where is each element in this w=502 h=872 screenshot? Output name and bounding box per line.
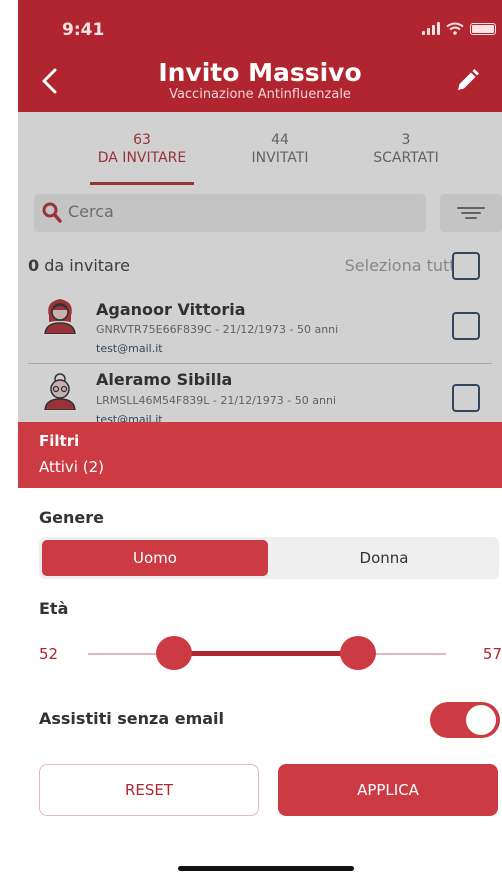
home-indicator[interactable] (178, 866, 354, 871)
edit-button[interactable] (454, 68, 480, 94)
battery-icon (470, 23, 496, 35)
gender-option-donna[interactable]: Donna (271, 540, 497, 576)
active-filters-count: Attivi (2) (39, 458, 104, 476)
apply-button[interactable]: APPLICA (278, 764, 498, 816)
age-max-handle[interactable] (340, 636, 376, 670)
no-email-toggle[interactable] (430, 702, 500, 738)
filter-title: Filtri (39, 432, 80, 450)
page-title: Invito Massivo (158, 58, 362, 87)
toggle-knob (466, 705, 496, 735)
age-max-value: 57 (482, 645, 502, 663)
gender-segmented-control: Uomo Donna (39, 537, 499, 579)
page-subtitle: Vaccinazione Antinfluenzale (169, 87, 351, 102)
status-icons (422, 22, 496, 35)
gender-option-uomo[interactable]: Uomo (42, 540, 268, 576)
app-header: 9:41 Invito Massivo Vaccinazione Antinfl… (18, 0, 502, 112)
left-margin (0, 0, 18, 872)
reset-button[interactable]: RESET (39, 764, 259, 816)
age-min-handle[interactable] (156, 636, 192, 670)
phone-screen: 9:41 Invito Massivo Vaccinazione Antinfl… (18, 0, 502, 872)
wifi-icon (446, 22, 464, 35)
gender-label: Genere (39, 508, 104, 527)
age-label: Età (39, 599, 69, 618)
no-email-label: Assistiti senza email (39, 709, 225, 728)
modal-backdrop[interactable] (18, 112, 502, 422)
status-bar: 9:41 (18, 0, 502, 50)
signal-icon (422, 22, 440, 35)
age-slider-range (172, 651, 358, 656)
filter-sheet-header: Filtri Attivi (2) (18, 422, 502, 488)
status-time: 9:41 (62, 20, 105, 40)
filter-sheet: Genere Uomo Donna Età 52 57 Assistiti se… (18, 488, 502, 872)
age-min-value: 52 (39, 645, 59, 663)
